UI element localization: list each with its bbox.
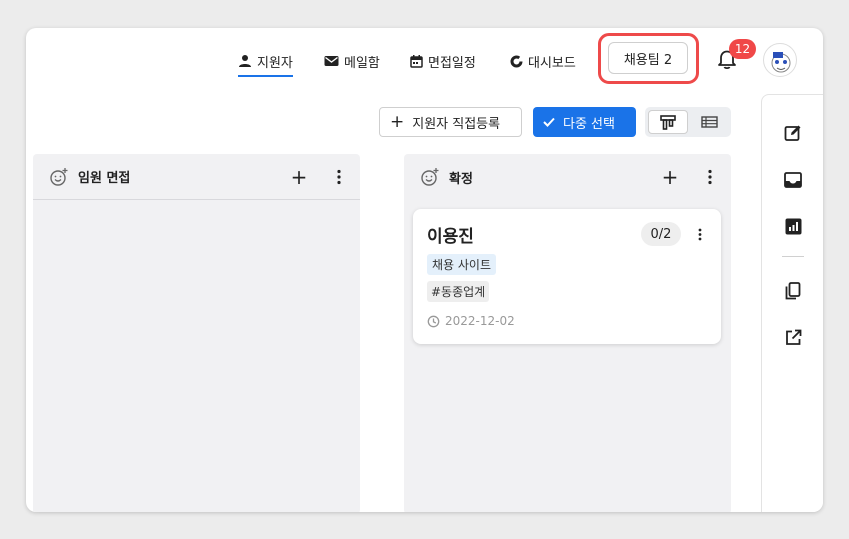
- nav-mailbox[interactable]: 메일함: [324, 50, 380, 72]
- report-button[interactable]: [783, 216, 803, 236]
- register-applicant-button[interactable]: + 지원자 직접등록: [379, 107, 522, 137]
- mail-icon: [324, 56, 339, 66]
- emoji-add-icon[interactable]: [49, 167, 69, 187]
- add-card-button[interactable]: +: [661, 165, 679, 189]
- avatar[interactable]: [763, 43, 797, 77]
- inbox-button[interactable]: [783, 170, 803, 190]
- applied-date-value: 2022-12-02: [445, 314, 515, 328]
- plus-icon: +: [390, 111, 405, 132]
- view-toggle: [645, 107, 731, 137]
- copy-button[interactable]: [783, 281, 803, 301]
- applicant-card[interactable]: 이용진 0/2 채용 사이트 #동종업계 2022-12-02: [413, 209, 721, 344]
- user-avatar-icon: [771, 52, 791, 73]
- right-toolbar: [761, 94, 823, 512]
- edit-button[interactable]: [783, 123, 803, 143]
- register-applicant-label: 지원자 직접등록: [412, 116, 501, 132]
- list-view-button[interactable]: [689, 110, 729, 134]
- source-tag: 채용 사이트: [427, 254, 497, 275]
- add-card-button[interactable]: +: [290, 164, 308, 189]
- top-navigation: 지원자 메일함 면접일정 대시보드 채용팀 2 12: [26, 28, 823, 90]
- emoji-add-icon[interactable]: [420, 167, 440, 187]
- inbox-icon: [784, 172, 802, 188]
- bar-chart-icon: [785, 218, 801, 234]
- check-icon: [543, 117, 555, 127]
- column-confirmed: 확정 + 이용진 0/2 채용 사이트 #동종업계 2022-12-02: [404, 154, 731, 512]
- person-icon: [239, 55, 251, 67]
- column-header: 임원 면접 +: [33, 154, 360, 200]
- applicant-name: 이용진: [427, 227, 474, 247]
- column-title: 확정: [449, 171, 473, 187]
- plus-icon: +: [290, 164, 308, 189]
- open-external-button[interactable]: [783, 327, 803, 347]
- more-vertical-icon: [698, 228, 702, 240]
- more-vertical-icon: [337, 169, 341, 184]
- calendar-icon: [410, 54, 423, 68]
- nav-interview-schedule[interactable]: 면접일정: [410, 50, 476, 72]
- nav-interview-schedule-label: 면접일정: [428, 55, 476, 71]
- more-vertical-icon: [708, 169, 712, 185]
- edit-icon: [784, 125, 801, 141]
- multi-select-label: 다중 선택: [563, 116, 615, 132]
- table-icon: [700, 116, 718, 128]
- nav-dashboard[interactable]: 대시보드: [510, 50, 576, 72]
- donut-chart-icon: [510, 55, 523, 67]
- nav-applicants[interactable]: 지원자: [238, 50, 293, 77]
- rail-divider: [782, 256, 804, 257]
- notification-count-badge: 12: [729, 39, 756, 59]
- copy-icon: [785, 282, 801, 300]
- column-title: 임원 면접: [78, 171, 131, 186]
- kanban-icon: [660, 114, 676, 130]
- nav-mailbox-label: 메일함: [344, 55, 380, 71]
- clock-icon: [427, 315, 440, 327]
- applied-date: 2022-12-02: [427, 314, 515, 328]
- column-header: 확정 +: [404, 154, 731, 200]
- app-window: 지원자 메일함 면접일정 대시보드 채용팀 2 12 + 지원자 직접등록 다중…: [26, 28, 823, 512]
- multi-select-button[interactable]: 다중 선택: [533, 107, 636, 137]
- evaluation-count-badge: 0/2: [641, 222, 681, 246]
- column-executive-interview: 임원 면접 +: [33, 154, 360, 512]
- team-button[interactable]: 채용팀 2: [608, 42, 688, 74]
- column-more-button[interactable]: [330, 168, 348, 186]
- nav-applicants-label: 지원자: [257, 55, 293, 71]
- external-link-icon: [785, 329, 801, 345]
- kanban-view-button[interactable]: [648, 110, 688, 134]
- plus-icon: +: [661, 165, 679, 189]
- hash-tag: #동종업계: [427, 281, 490, 302]
- card-more-button[interactable]: [691, 225, 709, 243]
- column-more-button[interactable]: [701, 168, 719, 186]
- nav-dashboard-label: 대시보드: [528, 55, 576, 71]
